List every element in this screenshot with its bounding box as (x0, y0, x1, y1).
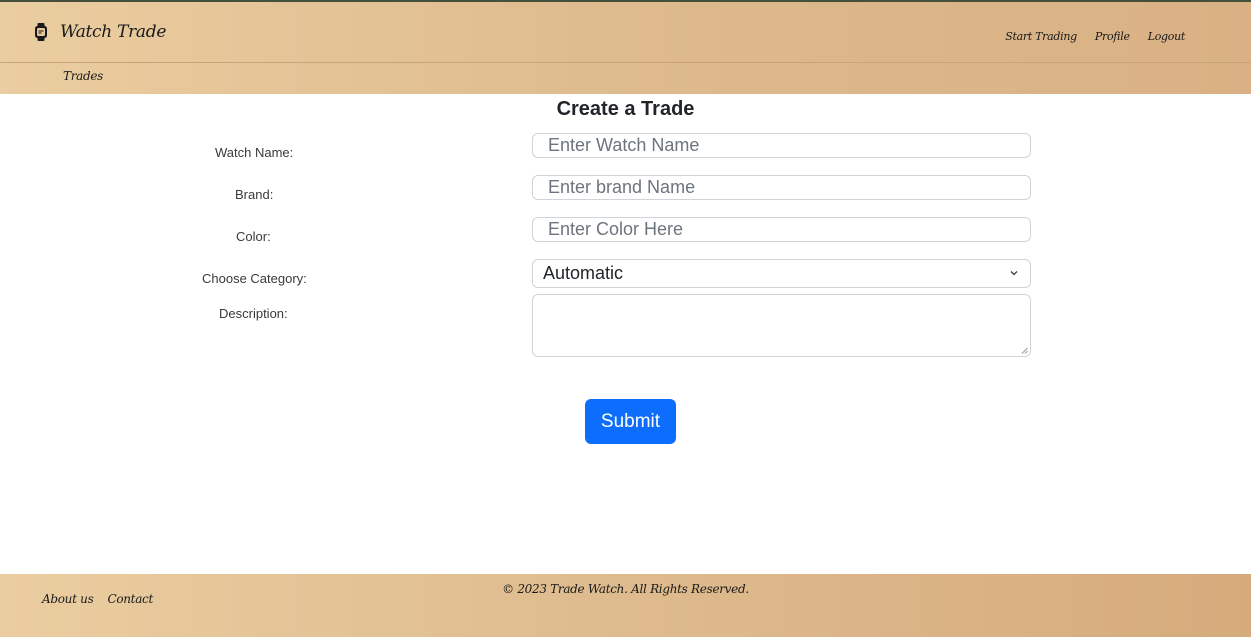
nav-logout-link[interactable]: Logout (1148, 30, 1186, 43)
header-divider (0, 62, 1251, 63)
submit-button[interactable]: Submit (585, 399, 676, 444)
brand-label: Brand: (235, 187, 274, 202)
resize-handle-icon[interactable] (1021, 347, 1028, 354)
nav-profile-link[interactable]: Profile (1095, 30, 1130, 43)
color-label: Color: (236, 229, 271, 244)
description-label: Description: (219, 306, 288, 321)
site-header: Watch Trade Start Trading Profile Logout… (0, 2, 1251, 94)
watch-name-input[interactable] (532, 133, 1031, 158)
category-selected-value: Automatic (543, 263, 624, 283)
copyright-text: © 2023 Trade Watch. All Rights Reserved. (502, 582, 749, 596)
watch-name-label: Watch Name: (215, 145, 294, 160)
main-nav: Start Trading Profile Logout (1005, 30, 1185, 43)
nav-start-trading-link[interactable]: Start Trading (1005, 30, 1077, 43)
chevron-down-icon (1010, 271, 1018, 276)
site-footer: About us Contact © 2023 Trade Watch. All… (0, 574, 1251, 637)
watch-icon (35, 23, 47, 41)
category-select[interactable]: Automatic (532, 259, 1031, 288)
page-title: Create a Trade (556, 98, 695, 120)
brand-name: Watch Trade (60, 22, 167, 42)
trades-link[interactable]: Trades (63, 69, 103, 83)
brand-input[interactable] (532, 175, 1031, 200)
color-input[interactable] (532, 217, 1031, 242)
description-textarea[interactable] (532, 294, 1031, 357)
brand-logo[interactable]: Watch Trade (34, 22, 166, 42)
category-label: Choose Category: (202, 271, 307, 286)
